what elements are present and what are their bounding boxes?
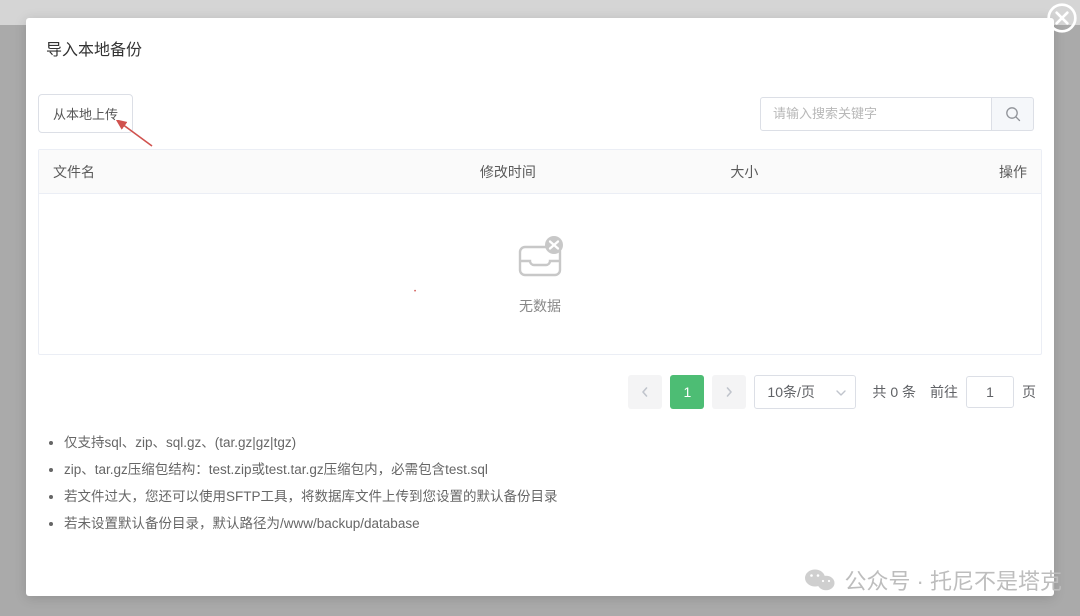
close-icon xyxy=(1046,2,1078,34)
chevron-left-icon xyxy=(640,387,650,397)
close-dialog-button[interactable] xyxy=(1044,0,1080,36)
annotation-dot: • xyxy=(414,289,416,295)
empty-state-icon xyxy=(514,233,566,284)
goto-page-input[interactable] xyxy=(966,376,1014,408)
page-size-select[interactable]: 10条/页 xyxy=(754,375,856,409)
note-item: zip、tar.gz压缩包结构：test.zip或test.tar.gz压缩包内… xyxy=(64,456,1036,483)
next-page-button[interactable] xyxy=(712,375,746,409)
goto-unit: 页 xyxy=(1022,382,1036,402)
note-item: 若未设置默认备份目录，默认路径为/www/backup/database xyxy=(64,510,1036,537)
search-button[interactable] xyxy=(992,97,1034,131)
table-header-row: 文件名 修改时间 大小 操作 xyxy=(39,150,1041,194)
prev-page-button[interactable] xyxy=(628,375,662,409)
import-backup-dialog: 导入本地备份 从本地上传 xyxy=(26,18,1054,596)
column-header-operations: 操作 xyxy=(941,162,1041,182)
upload-local-button[interactable]: 从本地上传 xyxy=(38,94,133,133)
empty-state-text: 无数据 xyxy=(519,296,561,316)
note-item: 仅支持sql、zip、sql.gz、(tar.gz|gz|tgz) xyxy=(64,429,1036,456)
chevron-down-icon xyxy=(836,390,846,396)
table-body-empty: 无数据 • xyxy=(39,194,1041,354)
column-header-filename: 文件名 xyxy=(39,162,480,182)
chevron-right-icon xyxy=(724,387,734,397)
notes-list: 仅支持sql、zip、sql.gz、(tar.gz|gz|tgz) zip、ta… xyxy=(38,409,1042,537)
column-header-size: 大小 xyxy=(730,162,940,182)
total-count-text: 共 0 条 xyxy=(872,382,916,402)
search-input[interactable] xyxy=(760,97,992,131)
pagination: 1 10条/页 共 0 条 前往 页 xyxy=(38,355,1042,409)
column-header-modified-time: 修改时间 xyxy=(480,162,731,182)
dialog-title: 导入本地备份 xyxy=(26,18,1054,78)
goto-label: 前往 xyxy=(930,382,958,402)
search-icon xyxy=(1005,106,1021,122)
file-table: 文件名 修改时间 大小 操作 无数据 • xyxy=(38,149,1042,355)
dialog-toolbar: 从本地上传 xyxy=(38,78,1042,149)
note-item: 若文件过大，您还可以使用SFTP工具，将数据库文件上传到您设置的默认备份目录 xyxy=(64,483,1036,510)
current-page[interactable]: 1 xyxy=(670,375,704,409)
page-size-label: 10条/页 xyxy=(767,382,814,402)
search-group xyxy=(760,97,1034,131)
